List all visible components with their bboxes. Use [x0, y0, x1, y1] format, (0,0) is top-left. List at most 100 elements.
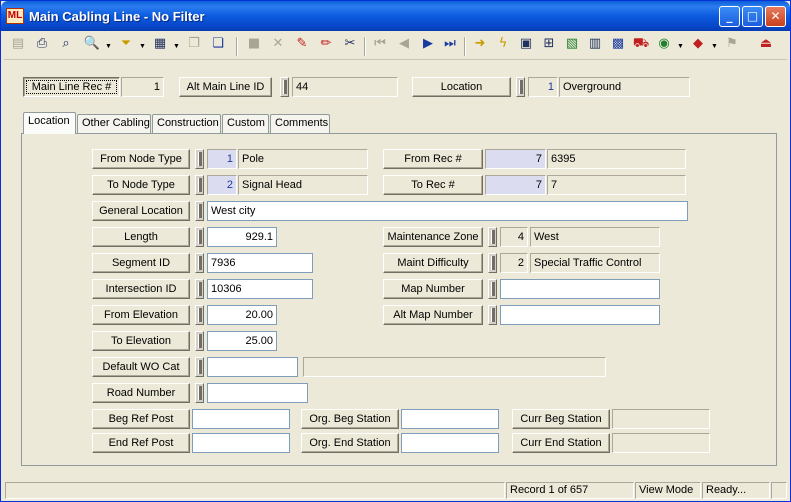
network-icon[interactable]: ⊞ [539, 36, 559, 56]
location-grip[interactable] [516, 77, 525, 97]
preview-icon[interactable]: ⌕ [56, 36, 76, 56]
alt-main-line-id-grip[interactable] [280, 77, 289, 97]
delete-icon[interactable]: ✕ [268, 36, 288, 56]
org-end-station-field[interactable] [401, 433, 499, 453]
filter-dropdown-icon[interactable]: ▼ [139, 43, 146, 50]
print-icon[interactable]: ⎙ [32, 36, 52, 56]
minimize-button[interactable]: _ [719, 6, 740, 27]
cut-icon[interactable]: ✂ [340, 36, 360, 56]
to-elevation-grip[interactable] [195, 331, 204, 351]
default-wo-cat-button[interactable]: Default WO Cat [92, 357, 190, 377]
globe-icon[interactable]: ◉ [654, 36, 674, 56]
book-icon[interactable]: ◆ [688, 36, 708, 56]
to-elevation-field[interactable]: 25.00 [207, 331, 277, 351]
location-button[interactable]: Location [412, 77, 511, 97]
from-node-type-grip[interactable] [195, 149, 204, 169]
segment-id-field[interactable]: 7936 [207, 253, 313, 273]
default-wo-cat-grip[interactable] [195, 357, 204, 377]
find-icon[interactable]: 🔍 [82, 36, 102, 56]
default-wo-cat-field[interactable] [207, 357, 298, 377]
alt-main-line-id-button[interactable]: Alt Main Line ID [179, 77, 272, 97]
general-location-button[interactable]: General Location [92, 201, 190, 221]
to-elevation-button[interactable]: To Elevation [92, 331, 190, 351]
maintenance-zone-button[interactable]: Maintenance Zone [383, 227, 483, 247]
maint-difficulty-grip[interactable] [488, 253, 497, 273]
org-beg-station-button[interactable]: Org. Beg Station [301, 409, 399, 429]
last-record-icon[interactable]: ⏭ [440, 36, 460, 56]
org-end-station-button[interactable]: Org. End Station [301, 433, 399, 453]
from-elevation-grip[interactable] [195, 305, 204, 325]
map-number-grip[interactable] [488, 279, 497, 299]
to-node-type-button[interactable]: To Node Type [92, 175, 190, 195]
record-icon[interactable]: ▤ [8, 36, 28, 56]
maintenance-zone-grip[interactable] [488, 227, 497, 247]
form-dropdown-icon[interactable]: ▼ [173, 43, 180, 50]
from-elevation-field[interactable]: 20.00 [207, 305, 277, 325]
tab-location[interactable]: Location [23, 112, 76, 134]
map-icon[interactable]: ▩ [608, 36, 628, 56]
paste-icon[interactable]: ❏ [208, 36, 228, 56]
beg-ref-post-button[interactable]: Beg Ref Post [92, 409, 190, 429]
goto-arrow-icon[interactable]: ➜ [470, 36, 490, 56]
curr-end-station-value [612, 433, 710, 453]
form-icon[interactable]: ▦ [150, 36, 170, 56]
tab-comments[interactable]: Comments [270, 114, 330, 133]
curr-end-station-button[interactable]: Curr End Station [512, 433, 610, 453]
maint-difficulty-button[interactable]: Maint Difficulty [383, 253, 483, 273]
title-bar[interactable]: ML Main Cabling Line - No Filter _ □ ✕ [1, 1, 790, 31]
edit-pencil-icon[interactable]: ✏ [316, 36, 336, 56]
from-elevation-button[interactable]: From Elevation [92, 305, 190, 325]
alt-map-number-grip[interactable] [488, 305, 497, 325]
first-record-icon[interactable]: ⏮ [370, 36, 390, 56]
curr-beg-station-button[interactable]: Curr Beg Station [512, 409, 610, 429]
calculator-icon[interactable]: ▥ [585, 36, 605, 56]
segment-id-button[interactable]: Segment ID [92, 253, 190, 273]
from-node-type-button[interactable]: From Node Type [92, 149, 190, 169]
filter-icon[interactable]: ⏷ [116, 36, 136, 56]
lightning-icon[interactable]: ϟ [493, 36, 513, 56]
to-rec-button[interactable]: To Rec # [383, 175, 483, 195]
flag-icon[interactable]: ⚑ [722, 36, 742, 56]
intersection-id-button[interactable]: Intersection ID [92, 279, 190, 299]
tab-construction[interactable]: Construction [152, 114, 221, 133]
intersection-id-grip[interactable] [195, 279, 204, 299]
tab-other-cabling[interactable]: Other Cabling [77, 114, 151, 133]
alt-map-number-button[interactable]: Alt Map Number [383, 305, 483, 325]
book-dropdown-icon[interactable]: ▼ [711, 43, 718, 50]
resize-grip-icon[interactable] [771, 482, 787, 499]
globe-dropdown-icon[interactable]: ▼ [677, 43, 684, 50]
general-location-grip[interactable] [195, 201, 204, 221]
general-location-field[interactable]: West city [207, 201, 688, 221]
paint-icon[interactable]: ✎ [292, 36, 312, 56]
map-number-field[interactable] [500, 279, 660, 299]
beg-ref-post-field[interactable] [192, 409, 290, 429]
road-number-grip[interactable] [195, 383, 204, 403]
length-grip[interactable] [195, 227, 204, 247]
to-node-type-grip[interactable] [195, 175, 204, 195]
alt-map-number-field[interactable] [500, 305, 660, 325]
attachments-icon[interactable]: ▣ [516, 36, 536, 56]
segment-id-grip[interactable] [195, 253, 204, 273]
photo-icon[interactable]: ▧ [562, 36, 582, 56]
exit-icon[interactable]: ⏏ [756, 36, 776, 56]
map-number-button[interactable]: Map Number [383, 279, 483, 299]
previous-record-icon[interactable]: ◀ [394, 36, 414, 56]
intersection-id-field[interactable]: 10306 [207, 279, 313, 299]
length-button[interactable]: Length [92, 227, 190, 247]
save-icon[interactable]: ■ [244, 36, 264, 56]
copy-form-icon[interactable]: ❐ [184, 36, 204, 56]
maximize-button[interactable]: □ [742, 6, 763, 27]
find-dropdown-icon[interactable]: ▼ [105, 43, 112, 50]
end-ref-post-field[interactable] [192, 433, 290, 453]
main-line-rec-button[interactable]: Main Line Rec # [23, 77, 120, 97]
close-button[interactable]: ✕ [765, 6, 786, 27]
truck-icon[interactable]: ⛟ [631, 36, 651, 56]
from-rec-button[interactable]: From Rec # [383, 149, 483, 169]
tab-custom[interactable]: Custom [222, 114, 269, 133]
org-beg-station-field[interactable] [401, 409, 499, 429]
next-record-icon[interactable]: ▶ [418, 36, 438, 56]
road-number-button[interactable]: Road Number [92, 383, 190, 403]
length-field[interactable]: 929.1 [207, 227, 277, 247]
road-number-field[interactable] [207, 383, 308, 403]
end-ref-post-button[interactable]: End Ref Post [92, 433, 190, 453]
